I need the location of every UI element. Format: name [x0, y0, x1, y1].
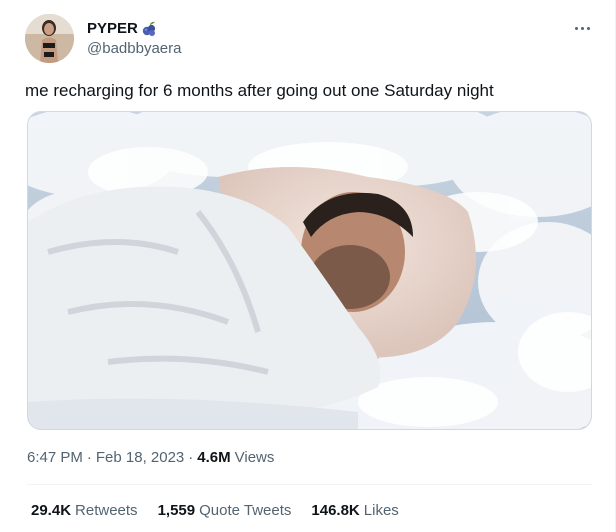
tweet-media-image[interactable]: [27, 111, 592, 430]
quote-tweets-label: Quote Tweets: [199, 502, 292, 519]
engagement-stats: 29.4K Retweets 1,559 Quote Tweets 146.8K…: [31, 502, 399, 519]
tweet-card: PYPER @badbbyaera me recharging for 6 mo…: [0, 0, 616, 532]
tweet-time[interactable]: 6:47 PM: [27, 449, 83, 466]
display-name-text: PYPER: [87, 20, 138, 37]
likes-label: Likes: [363, 502, 399, 519]
divider: [27, 484, 592, 485]
more-horizontal-icon[interactable]: [568, 18, 596, 38]
blueberries-emoji-icon: [141, 21, 157, 37]
tweet-meta: 6:47 PM · Feb 18, 2023 · 4.6M Views: [27, 449, 274, 466]
retweets-stat[interactable]: 29.4K Retweets: [31, 502, 138, 519]
likes-count: 146.8K: [311, 502, 360, 519]
likes-stat[interactable]: 146.8K Likes: [311, 502, 398, 519]
retweets-label: Retweets: [75, 502, 138, 519]
avatar[interactable]: [25, 14, 74, 63]
media-photo: [28, 112, 591, 429]
more-dot: [580, 26, 584, 30]
tweet-text: me recharging for 6 months after going o…: [25, 81, 494, 100]
meta-separator: ·: [86, 449, 92, 466]
more-dot: [574, 26, 578, 30]
more-dot: [586, 26, 590, 30]
views-label: Views: [234, 449, 275, 466]
meta-separator: ·: [188, 449, 194, 466]
retweets-count: 29.4K: [31, 502, 72, 519]
views-count: 4.6M: [197, 449, 231, 466]
display-name[interactable]: PYPER: [87, 20, 157, 37]
user-handle[interactable]: @badbbyaera: [87, 40, 181, 57]
quote-tweets-stat[interactable]: 1,559 Quote Tweets: [158, 502, 292, 519]
quote-tweets-count: 1,559: [157, 502, 196, 519]
tweet-date[interactable]: Feb 18, 2023: [96, 449, 184, 466]
profile-photo-icon: [25, 14, 74, 63]
